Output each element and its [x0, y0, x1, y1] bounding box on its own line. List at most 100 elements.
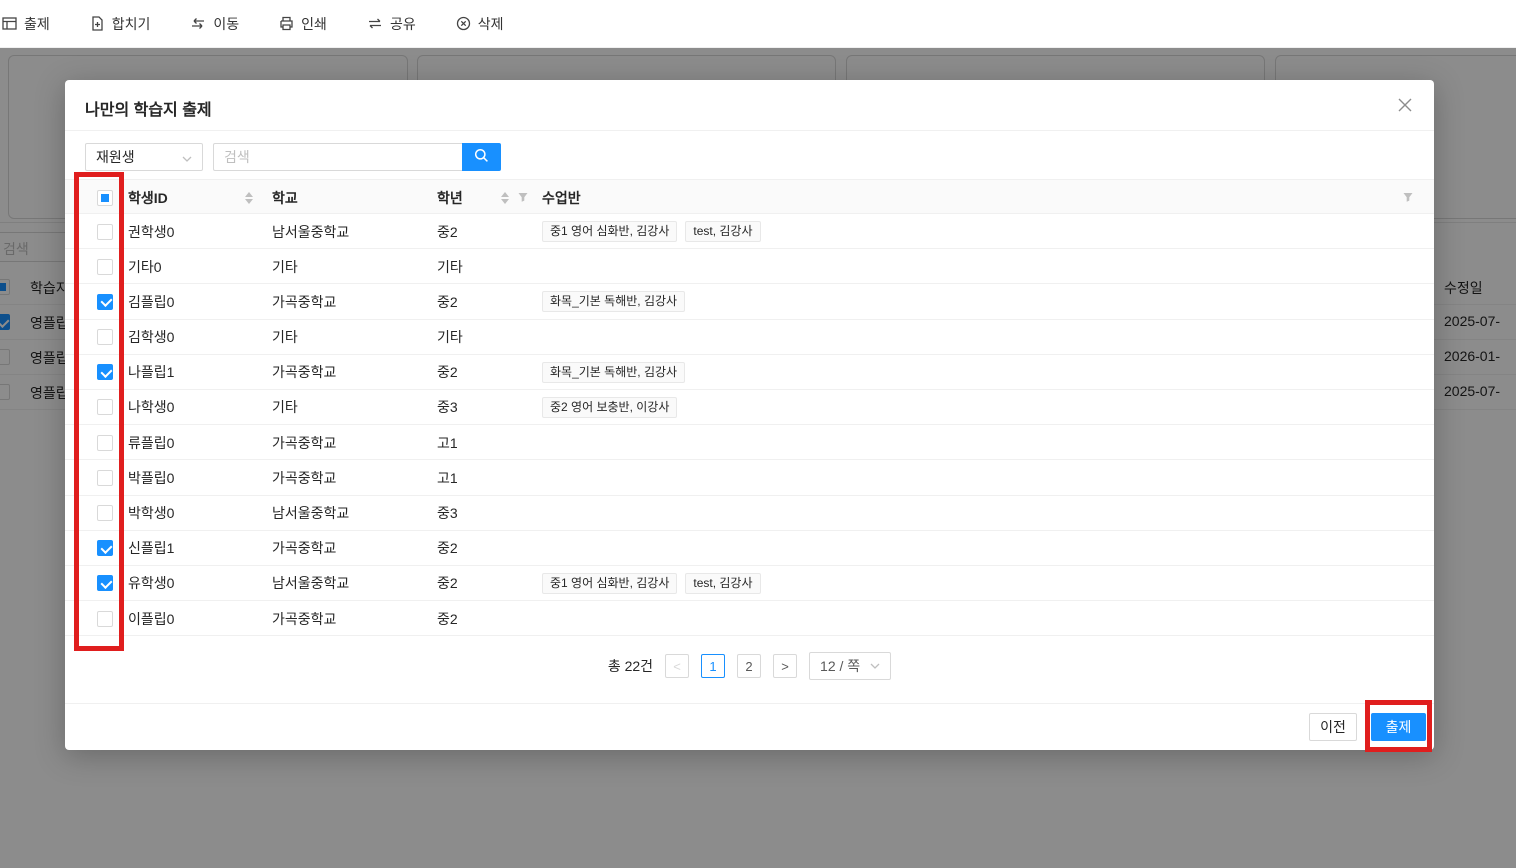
student-row-checkbox[interactable]	[97, 469, 113, 486]
close-icon[interactable]	[1394, 94, 1416, 116]
grade-cell: 기타	[437, 329, 463, 346]
class-cell: 화목_기본 독해반, 김강사	[542, 284, 1242, 319]
student-id-cell: 박플립0	[128, 469, 175, 486]
student-table-row: 나플립1 가곡중학교 중2 화목_기본 독해반, 김강사	[65, 355, 1434, 390]
filter-funnel-icon-class[interactable]	[1402, 191, 1414, 203]
grade-cell: 중2	[437, 293, 458, 310]
search-input[interactable]	[213, 143, 462, 171]
student-table-row: 기타0 기타 기타	[65, 249, 1434, 285]
class-tag: test, 김강사	[685, 572, 761, 594]
student-id-cell: 나플립1	[128, 364, 175, 381]
chevron-left-icon[interactable]: <	[665, 654, 690, 678]
student-id-cell: 신플립1	[128, 540, 175, 557]
sort-icon-student-id[interactable]	[245, 180, 253, 215]
grade-cell: 중3	[437, 505, 458, 521]
toolbar-item-label: 삭제	[477, 15, 504, 32]
student-table-row: 나학생0 기타 중3 중2 영어 보충반, 이강사	[65, 390, 1434, 426]
grade-cell: 중2	[437, 610, 458, 627]
modal-footer-divider	[65, 703, 1434, 704]
student-row-checkbox[interactable]	[97, 399, 113, 416]
toolbar-item-5[interactable]: 공유	[367, 14, 416, 34]
student-row-checkbox[interactable]	[97, 223, 113, 240]
class-cell: 중2 영어 보충반, 이강사	[542, 390, 1242, 425]
school-cell: 기타	[272, 258, 298, 275]
grade-cell: 중2	[437, 575, 458, 592]
page-size-value: 12 / 쪽	[820, 658, 861, 674]
pagination: 총 22건 < 12 > 12 / 쪽	[65, 652, 1434, 680]
school-cell: 가곡중학교	[272, 540, 337, 557]
student-id-cell: 김플립0	[128, 293, 175, 310]
class-tag: 화목_기본 독해반, 김강사	[542, 361, 686, 383]
grade-cell: 기타	[437, 258, 463, 275]
printer-icon	[279, 16, 294, 31]
select-all-checkbox[interactable]	[97, 189, 113, 206]
column-class: 수업반	[542, 189, 581, 206]
worksheet-icon	[2, 16, 17, 31]
chevron-down-icon	[182, 149, 192, 165]
grade-cell: 중2	[437, 364, 458, 381]
page-button-2[interactable]: 2	[737, 654, 762, 678]
toolbar-item-1[interactable]: 출제	[2, 14, 50, 34]
page-button-1[interactable]: 1	[701, 654, 726, 678]
class-cell: 중1 영어 심화반, 김강사 test, 김강사	[542, 566, 1242, 601]
student-table-row: 류플립0 가곡중학교 고1	[65, 425, 1434, 461]
student-table-row: 김플립0 가곡중학교 중2 화목_기본 독해반, 김강사	[65, 284, 1434, 320]
column-grade: 학년	[437, 189, 463, 206]
school-cell: 가곡중학교	[272, 610, 337, 627]
school-cell: 가곡중학교	[272, 469, 337, 486]
student-row-checkbox[interactable]	[97, 258, 113, 275]
student-table-header: 학생ID 학교 학년 수업반	[65, 179, 1434, 214]
student-table-row: 김학생0 기타 기타	[65, 320, 1434, 355]
grade-cell: 고1	[437, 469, 458, 486]
student-row-checkbox[interactable]	[97, 329, 113, 346]
student-row-checkbox[interactable]	[97, 434, 113, 451]
toolbar-item-2[interactable]: 합치기	[90, 14, 151, 34]
student-id-cell: 기타0	[128, 258, 162, 275]
previous-button[interactable]: 이전	[1309, 713, 1357, 741]
student-row-checkbox[interactable]	[97, 575, 113, 592]
student-row-checkbox[interactable]	[97, 293, 113, 310]
class-tag: 중1 영어 심화반, 김강사	[542, 221, 678, 242]
screen: 출제 합치기 이동 인쇄 공유 삭제 검색 학습지 수정일 영플립 2025-07- 영플립 2…	[0, 0, 1516, 868]
search-button[interactable]	[462, 143, 501, 171]
delete-circle-icon	[456, 16, 471, 31]
student-table-row: 박학생0 남서울중학교 중3	[65, 496, 1434, 531]
student-table-row: 박플립0 가곡중학교 고1	[65, 460, 1434, 496]
student-row-checkbox[interactable]	[97, 364, 113, 381]
student-row-checkbox[interactable]	[97, 610, 113, 627]
student-table-row: 신플립1 가곡중학교 중2	[65, 531, 1434, 566]
worksheet-assign-modal: 나만의 학습지 출제 재원생 학생ID 학교 학년	[65, 80, 1434, 750]
student-row-checkbox[interactable]	[97, 540, 113, 557]
toolbar-item-6[interactable]: 삭제	[456, 14, 504, 34]
column-school: 학교	[272, 189, 298, 206]
school-cell: 남서울중학교	[272, 223, 350, 240]
school-cell: 기타	[272, 329, 298, 346]
student-type-select[interactable]: 재원생	[85, 143, 203, 171]
class-cell	[542, 496, 1242, 531]
modal-title: 나만의 학습지 출제	[85, 102, 212, 119]
chevron-right-icon[interactable]: >	[773, 654, 798, 678]
pagination-total: 총 22건	[607, 658, 654, 674]
student-id-cell: 나학생0	[128, 399, 175, 416]
sort-icon-grade[interactable]	[501, 180, 509, 215]
toolbar-item-4[interactable]: 인쇄	[279, 14, 327, 34]
class-cell	[542, 425, 1242, 460]
student-id-cell: 김학생0	[128, 329, 175, 346]
filter-funnel-icon-grade[interactable]	[517, 191, 529, 203]
class-cell	[542, 320, 1242, 355]
student-type-select-value: 재원생	[96, 149, 135, 165]
class-tag: 중2 영어 보충반, 이강사	[542, 396, 678, 418]
page-size-select[interactable]: 12 / 쪽	[809, 652, 892, 680]
modal-header-divider	[65, 130, 1434, 131]
toolbar-item-label: 합치기	[111, 15, 151, 32]
student-id-cell: 박학생0	[128, 505, 175, 521]
submit-button[interactable]: 출제	[1371, 713, 1426, 741]
school-cell: 가곡중학교	[272, 434, 337, 451]
class-tag: 화목_기본 독해반, 김강사	[542, 291, 686, 313]
toolbar-item-3[interactable]: 이동	[190, 14, 239, 34]
class-tag: 중1 영어 심화반, 김강사	[542, 572, 678, 594]
student-row-checkbox[interactable]	[97, 505, 113, 521]
toolbar-item-label: 공유	[389, 15, 416, 32]
school-cell: 가곡중학교	[272, 293, 337, 310]
class-cell: 중1 영어 심화반, 김강사 test, 김강사	[542, 214, 1242, 249]
